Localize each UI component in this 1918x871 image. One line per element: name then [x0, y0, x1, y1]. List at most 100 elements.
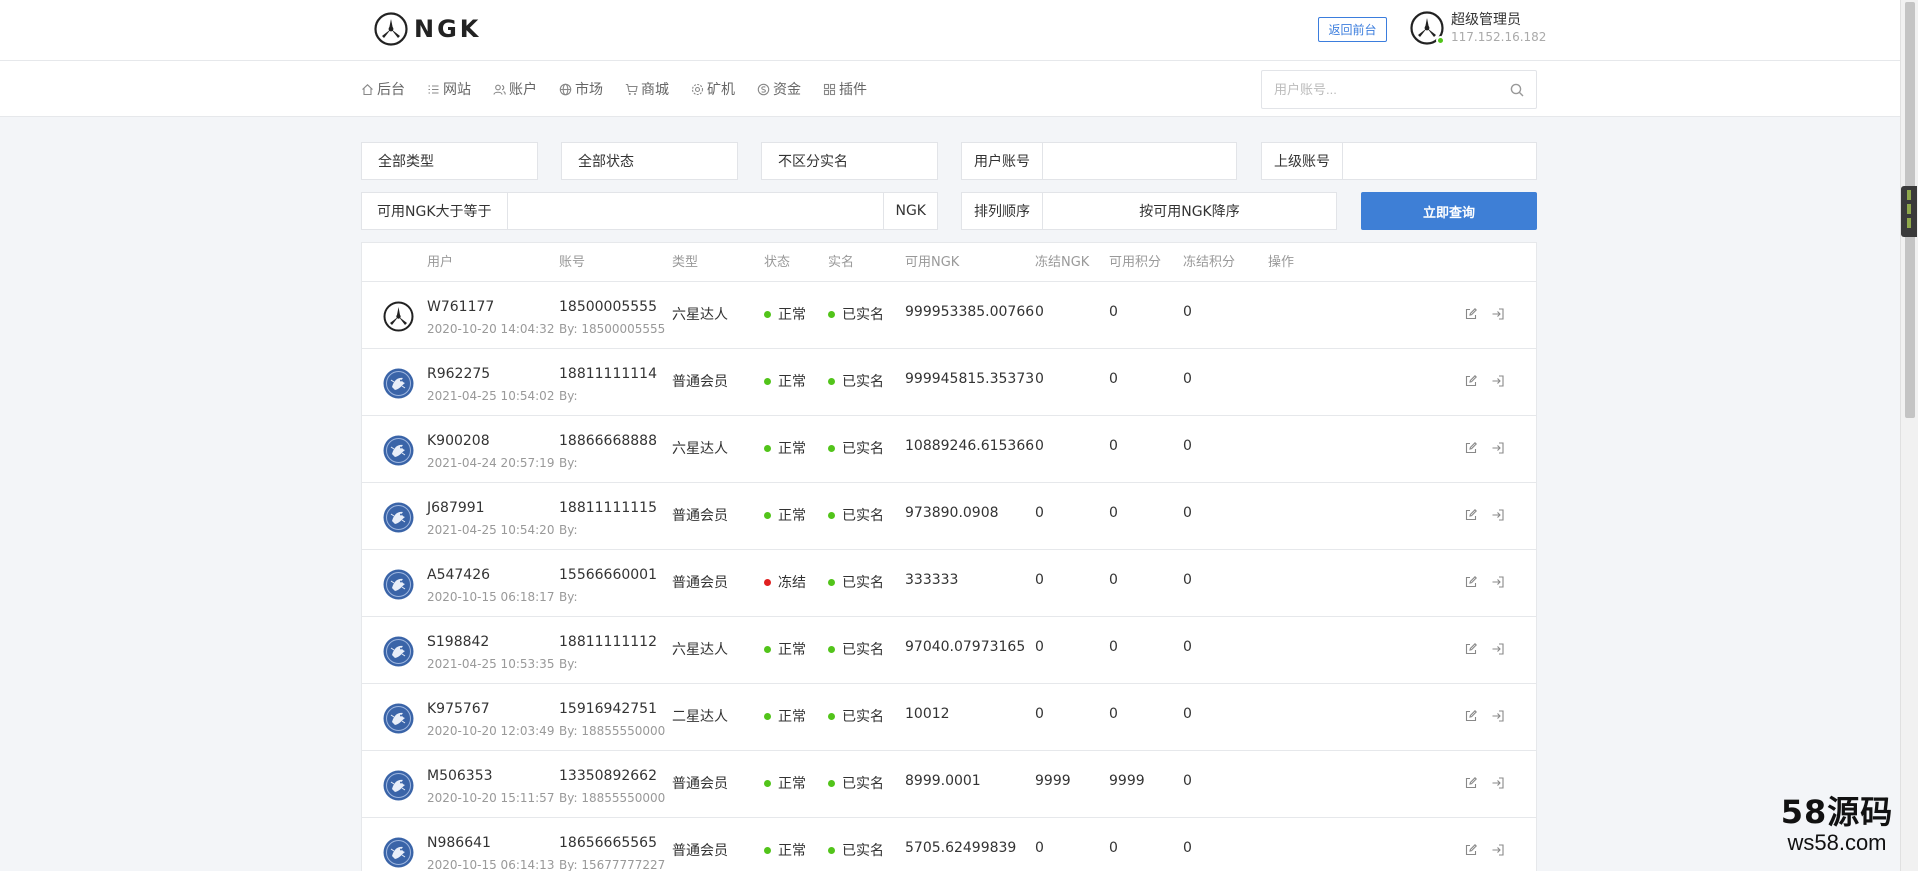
page-scrollbar[interactable] [1900, 0, 1918, 871]
nav-item-3[interactable]: 市场 [559, 79, 603, 99]
referrer: By: [559, 590, 578, 604]
register-time: 2021-04-24 20:57:19 [427, 456, 555, 470]
status-badge: 正常 [764, 639, 806, 659]
member-type: 普通会员 [672, 374, 728, 390]
login-as-user-icon[interactable] [1491, 575, 1505, 589]
available-ngk: 999953385.00766 [905, 304, 1035, 320]
nav-item-2[interactable]: 账户 [493, 79, 537, 99]
users-icon [493, 83, 506, 96]
edit-icon[interactable] [1464, 642, 1478, 656]
ngk-unit-label: NGK [883, 193, 937, 229]
avatar [383, 435, 414, 466]
nav-search-box[interactable] [1261, 70, 1537, 109]
status-text: 正常 [778, 776, 806, 792]
column-header: 账号 [559, 255, 586, 270]
login-as-user-icon[interactable] [1491, 843, 1505, 857]
user-name: N986641 [427, 835, 491, 851]
account-number: 18500005555 [559, 299, 657, 315]
parent-account-input[interactable] [1343, 143, 1536, 179]
frozen-ngk: 0 [1035, 304, 1044, 320]
status-dot [764, 378, 771, 385]
ngk-min-input[interactable] [508, 193, 884, 229]
search-input[interactable] [1262, 71, 1482, 108]
nav-item-4[interactable]: 商城 [625, 79, 669, 99]
frozen-points: 0 [1183, 773, 1192, 789]
parent-account-label: 上级账号 [1262, 143, 1343, 179]
nav-item-5[interactable]: 矿机 [691, 79, 735, 99]
realname-dot [828, 847, 835, 854]
account-number: 18811111115 [559, 500, 657, 516]
register-time: 2020-10-20 14:04:32 [427, 322, 555, 336]
query-button[interactable]: 立即查询 [1361, 192, 1537, 230]
login-as-user-icon[interactable] [1491, 642, 1505, 656]
ngk-min-field: 可用NGK大于等于 NGK [361, 192, 938, 230]
status-select-value: 全部状态 [578, 154, 634, 170]
nav-item-1[interactable]: 网站 [427, 79, 471, 99]
available-points: 0 [1109, 505, 1118, 521]
realname-dot [828, 780, 835, 787]
realname-dot [828, 646, 835, 653]
referrer: By: [559, 389, 578, 403]
login-as-user-icon[interactable] [1491, 307, 1505, 321]
frozen-points: 0 [1183, 371, 1192, 387]
column-header: 用户 [427, 255, 454, 270]
member-type: 普通会员 [672, 508, 728, 524]
realname-badge: 已实名 [828, 438, 884, 458]
login-as-user-icon[interactable] [1491, 776, 1505, 790]
search-icon[interactable] [1510, 83, 1524, 97]
available-points: 0 [1109, 572, 1118, 588]
sort-label: 排列顺序 [962, 193, 1043, 229]
edit-icon[interactable] [1464, 776, 1478, 790]
referrer: By: 18855550000 [559, 791, 666, 805]
nav-item-0[interactable]: 后台 [361, 79, 405, 99]
nav-item-label: 市场 [575, 82, 603, 98]
member-type: 普通会员 [672, 843, 728, 859]
realname-select-value: 不区分实名 [778, 154, 848, 170]
edit-icon[interactable] [1464, 441, 1478, 455]
available-ngk: 10889246.615366 [905, 438, 1035, 454]
login-as-user-icon[interactable] [1491, 441, 1505, 455]
sort-select[interactable]: 按可用NGK降序 [1043, 193, 1336, 229]
user-account-input[interactable] [1043, 143, 1236, 179]
login-as-user-icon[interactable] [1491, 709, 1505, 723]
user-account-field: 用户账号 [961, 142, 1237, 180]
grid-icon [823, 83, 836, 96]
edit-icon[interactable] [1464, 307, 1478, 321]
side-dock-handle[interactable] [1901, 186, 1917, 237]
register-time: 2020-10-15 06:18:17 [427, 590, 555, 604]
realname-text: 已实名 [842, 642, 884, 658]
avatar [383, 502, 414, 533]
edit-icon[interactable] [1464, 508, 1478, 522]
status-select[interactable]: 全部状态 [561, 142, 738, 180]
mining-icon [691, 83, 704, 96]
realname-dot [828, 445, 835, 452]
status-dot [764, 445, 771, 452]
status-badge: 正常 [764, 773, 806, 793]
realname-text: 已实名 [842, 441, 884, 457]
edit-icon[interactable] [1464, 374, 1478, 388]
nav-item-label: 插件 [839, 82, 867, 98]
table-row: N986641 2020-10-15 06:14:13 18656665565 By:… [362, 818, 1536, 871]
row-actions [1464, 776, 1518, 790]
login-as-user-icon[interactable] [1491, 508, 1505, 522]
list-icon [427, 83, 440, 96]
frozen-points: 0 [1183, 572, 1192, 588]
logo[interactable]: NGK [374, 12, 481, 46]
available-ngk: 973890.0908 [905, 505, 999, 521]
login-as-user-icon[interactable] [1491, 374, 1505, 388]
realname-badge: 已实名 [828, 572, 884, 592]
edit-icon[interactable] [1464, 575, 1478, 589]
status-dot [764, 579, 771, 586]
edit-icon[interactable] [1464, 709, 1478, 723]
column-header: 实名 [828, 255, 855, 270]
admin-name: 超级管理员 [1451, 12, 1521, 28]
edit-icon[interactable] [1464, 843, 1478, 857]
status-text: 正常 [778, 843, 806, 859]
nav-item-7[interactable]: 插件 [823, 79, 867, 99]
back-to-frontend-button[interactable]: 返回前台 [1318, 17, 1387, 42]
nav-item-6[interactable]: 资金 [757, 79, 801, 99]
user-account-label: 用户账号 [962, 143, 1043, 179]
type-select[interactable]: 全部类型 [361, 142, 538, 180]
admin-profile[interactable]: 超级管理员 117.152.16.182 [1410, 11, 1546, 45]
realname-select[interactable]: 不区分实名 [761, 142, 938, 180]
